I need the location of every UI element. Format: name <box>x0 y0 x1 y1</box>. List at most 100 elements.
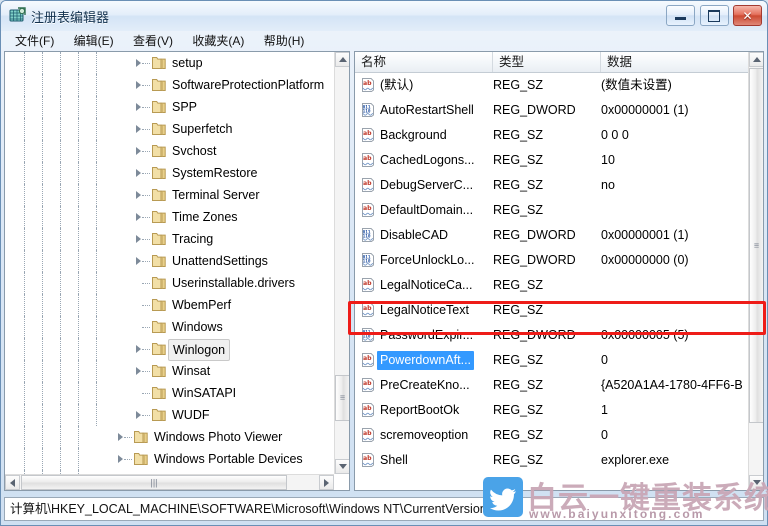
list-header: 名称 类型 数据 <box>355 52 748 73</box>
value-name: (默认) <box>380 78 414 92</box>
tree-guide <box>96 184 97 206</box>
value-type: REG_SZ <box>493 128 544 142</box>
value-list[interactable]: ab (默认) REG_SZ (数值未设置) 011 110 AutoRestartShel… <box>355 73 748 474</box>
tree-guide <box>60 360 61 382</box>
value-type: REG_SZ <box>493 203 544 217</box>
list-scroll-up-button[interactable] <box>749 52 763 67</box>
value-row[interactable]: ab PowerdownAft... REG_SZ 0 <box>355 348 748 373</box>
tree-guide <box>42 360 43 382</box>
close-button[interactable]: ✕ <box>733 5 762 26</box>
tree-item-spp[interactable]: SPP <box>5 96 334 118</box>
tree-item-windows-photo-viewer[interactable]: Windows Photo Viewer <box>5 426 334 448</box>
menu-edit[interactable]: 编辑(E) <box>66 31 122 51</box>
tree-item-windows[interactable]: Windows <box>5 316 334 338</box>
tree-scroll-thumb[interactable]: ≡ <box>335 375 349 421</box>
tree-item-winsatapi[interactable]: WinSATAPI <box>5 382 334 404</box>
tree-guide <box>24 206 25 228</box>
folder-icon <box>133 429 149 445</box>
value-row[interactable]: ab PreCreateKno... REG_SZ {A520A1A4-1780-4F… <box>355 373 748 398</box>
menu-view[interactable]: 查看(V) <box>125 31 181 51</box>
value-row[interactable]: 011 110 ForceUnlockLo... REG_DWORD 0x0000000… <box>355 248 748 273</box>
value-row[interactable]: ab LegalNoticeCa... REG_SZ <box>355 273 748 298</box>
watermark-logo <box>483 477 523 517</box>
title-bar[interactable]: 注册表编辑器 ✕ <box>1 1 767 31</box>
value-data: 0x00000001 (1) <box>601 228 689 242</box>
column-header-data[interactable]: 数据 <box>601 52 748 72</box>
tree-guide <box>142 63 150 64</box>
tree-item-userinstallable-drivers[interactable]: Userinstallable.drivers <box>5 272 334 294</box>
dword-value-icon: 011 110 <box>360 252 376 268</box>
tree-guide <box>24 184 25 206</box>
value-row[interactable]: ab Background REG_SZ 0 0 0 <box>355 123 748 148</box>
tree-guide <box>96 272 97 294</box>
value-name: CachedLogons... <box>380 153 475 167</box>
menu-favorites[interactable]: 收藏夹(A) <box>184 31 252 51</box>
tree-item-terminal-server[interactable]: Terminal Server <box>5 184 334 206</box>
tree-scroll-down-button[interactable] <box>335 459 349 474</box>
tree-item-windows-portable-devices[interactable]: Windows Portable Devices <box>5 448 334 470</box>
value-row[interactable]: ab DefaultDomain... REG_SZ <box>355 198 748 223</box>
value-row[interactable]: ab CachedLogons... REG_SZ 10 <box>355 148 748 173</box>
tree-guide <box>42 140 43 162</box>
folder-icon <box>151 231 167 247</box>
tree-scroll-left-button[interactable] <box>5 475 20 490</box>
tree-item-setup[interactable]: setup <box>5 52 334 74</box>
menu-file[interactable]: 文件(F) <box>7 31 62 51</box>
tree-item-unattendsettings[interactable]: UnattendSettings <box>5 250 334 272</box>
tree-item-svchost[interactable]: Svchost <box>5 140 334 162</box>
minimize-icon <box>667 6 694 25</box>
tree-item-winlogon[interactable]: Winlogon <box>5 338 334 361</box>
folder-icon <box>151 341 167 357</box>
value-row[interactable]: ab scremoveoption REG_SZ 0 <box>355 423 748 448</box>
tree-vertical-scrollbar[interactable]: ≡ <box>334 52 349 474</box>
value-row[interactable]: ab DebugServerC... REG_SZ no <box>355 173 748 198</box>
tree-item-superfetch[interactable]: Superfetch <box>5 118 334 140</box>
svg-text:ab: ab <box>363 280 372 287</box>
value-name: AutoRestartShell <box>380 103 474 117</box>
folder-icon <box>151 275 167 291</box>
value-data: 0 <box>601 353 608 367</box>
regedit-icon <box>9 7 26 24</box>
tree-item-time-zones[interactable]: Time Zones <box>5 206 334 228</box>
tree-item-winsat[interactable]: Winsat <box>5 360 334 382</box>
list-vertical-scrollbar[interactable]: ≡ <box>748 52 763 490</box>
maximize-button[interactable] <box>699 5 729 26</box>
value-row[interactable]: 011 110 AutoRestartShell REG_DWORD 0x0000000… <box>355 98 748 123</box>
column-header-type[interactable]: 类型 <box>493 52 601 72</box>
tree-scroll-right-button[interactable] <box>319 475 334 490</box>
value-row[interactable]: 011 110 DisableCAD REG_DWORD 0x00000001 (1) <box>355 223 748 248</box>
tree-horizontal-scrollbar[interactable]: ||| <box>5 474 334 490</box>
string-value-icon: ab <box>360 77 376 93</box>
tree-item-tracing[interactable]: Tracing <box>5 228 334 250</box>
value-type: REG_SZ <box>493 378 544 392</box>
minimize-button[interactable] <box>666 5 696 26</box>
tree-hscroll-thumb[interactable]: ||| <box>21 475 287 490</box>
tree-item-systemrestore[interactable]: SystemRestore <box>5 162 334 184</box>
tree-guide <box>42 294 43 316</box>
value-row[interactable]: 011 110 PasswordExpir... REG_DWORD 0x0000000… <box>355 323 748 348</box>
tree-item-softwareprotectionplatform[interactable]: SoftwareProtectionPlatform <box>5 74 334 96</box>
column-header-name[interactable]: 名称 <box>355 52 493 72</box>
menu-help[interactable]: 帮助(H) <box>256 31 313 51</box>
tree-guide <box>42 228 43 250</box>
tree-guide <box>24 404 25 426</box>
svg-text:ab: ab <box>363 155 372 162</box>
value-row[interactable]: ab (默认) REG_SZ (数值未设置) <box>355 73 748 98</box>
tree-guide <box>42 272 43 294</box>
tree-item-wudf[interactable]: WUDF <box>5 404 334 426</box>
dword-value-icon: 011 110 <box>360 327 376 343</box>
value-row[interactable]: ab LegalNoticeText REG_SZ <box>355 298 748 323</box>
tree-scroll-up-button[interactable] <box>335 52 349 67</box>
tree-guide <box>24 272 25 294</box>
tree-guide <box>60 250 61 272</box>
registry-tree-pane: setup SoftwareProtectionPlatform SPP Superf… <box>4 51 350 491</box>
folder-icon <box>133 451 149 467</box>
tree-guide <box>142 195 150 196</box>
tree-guide <box>78 338 79 360</box>
tree-guide <box>78 140 79 162</box>
list-scroll-thumb[interactable]: ≡ <box>749 68 763 423</box>
tree-item-wbemperf[interactable]: WbemPerf <box>5 294 334 316</box>
value-row[interactable]: ab ReportBootOk REG_SZ 1 <box>355 398 748 423</box>
registry-tree[interactable]: setup SoftwareProtectionPlatform SPP Superf… <box>5 52 334 474</box>
tree-item-label: Tracing <box>172 232 214 246</box>
